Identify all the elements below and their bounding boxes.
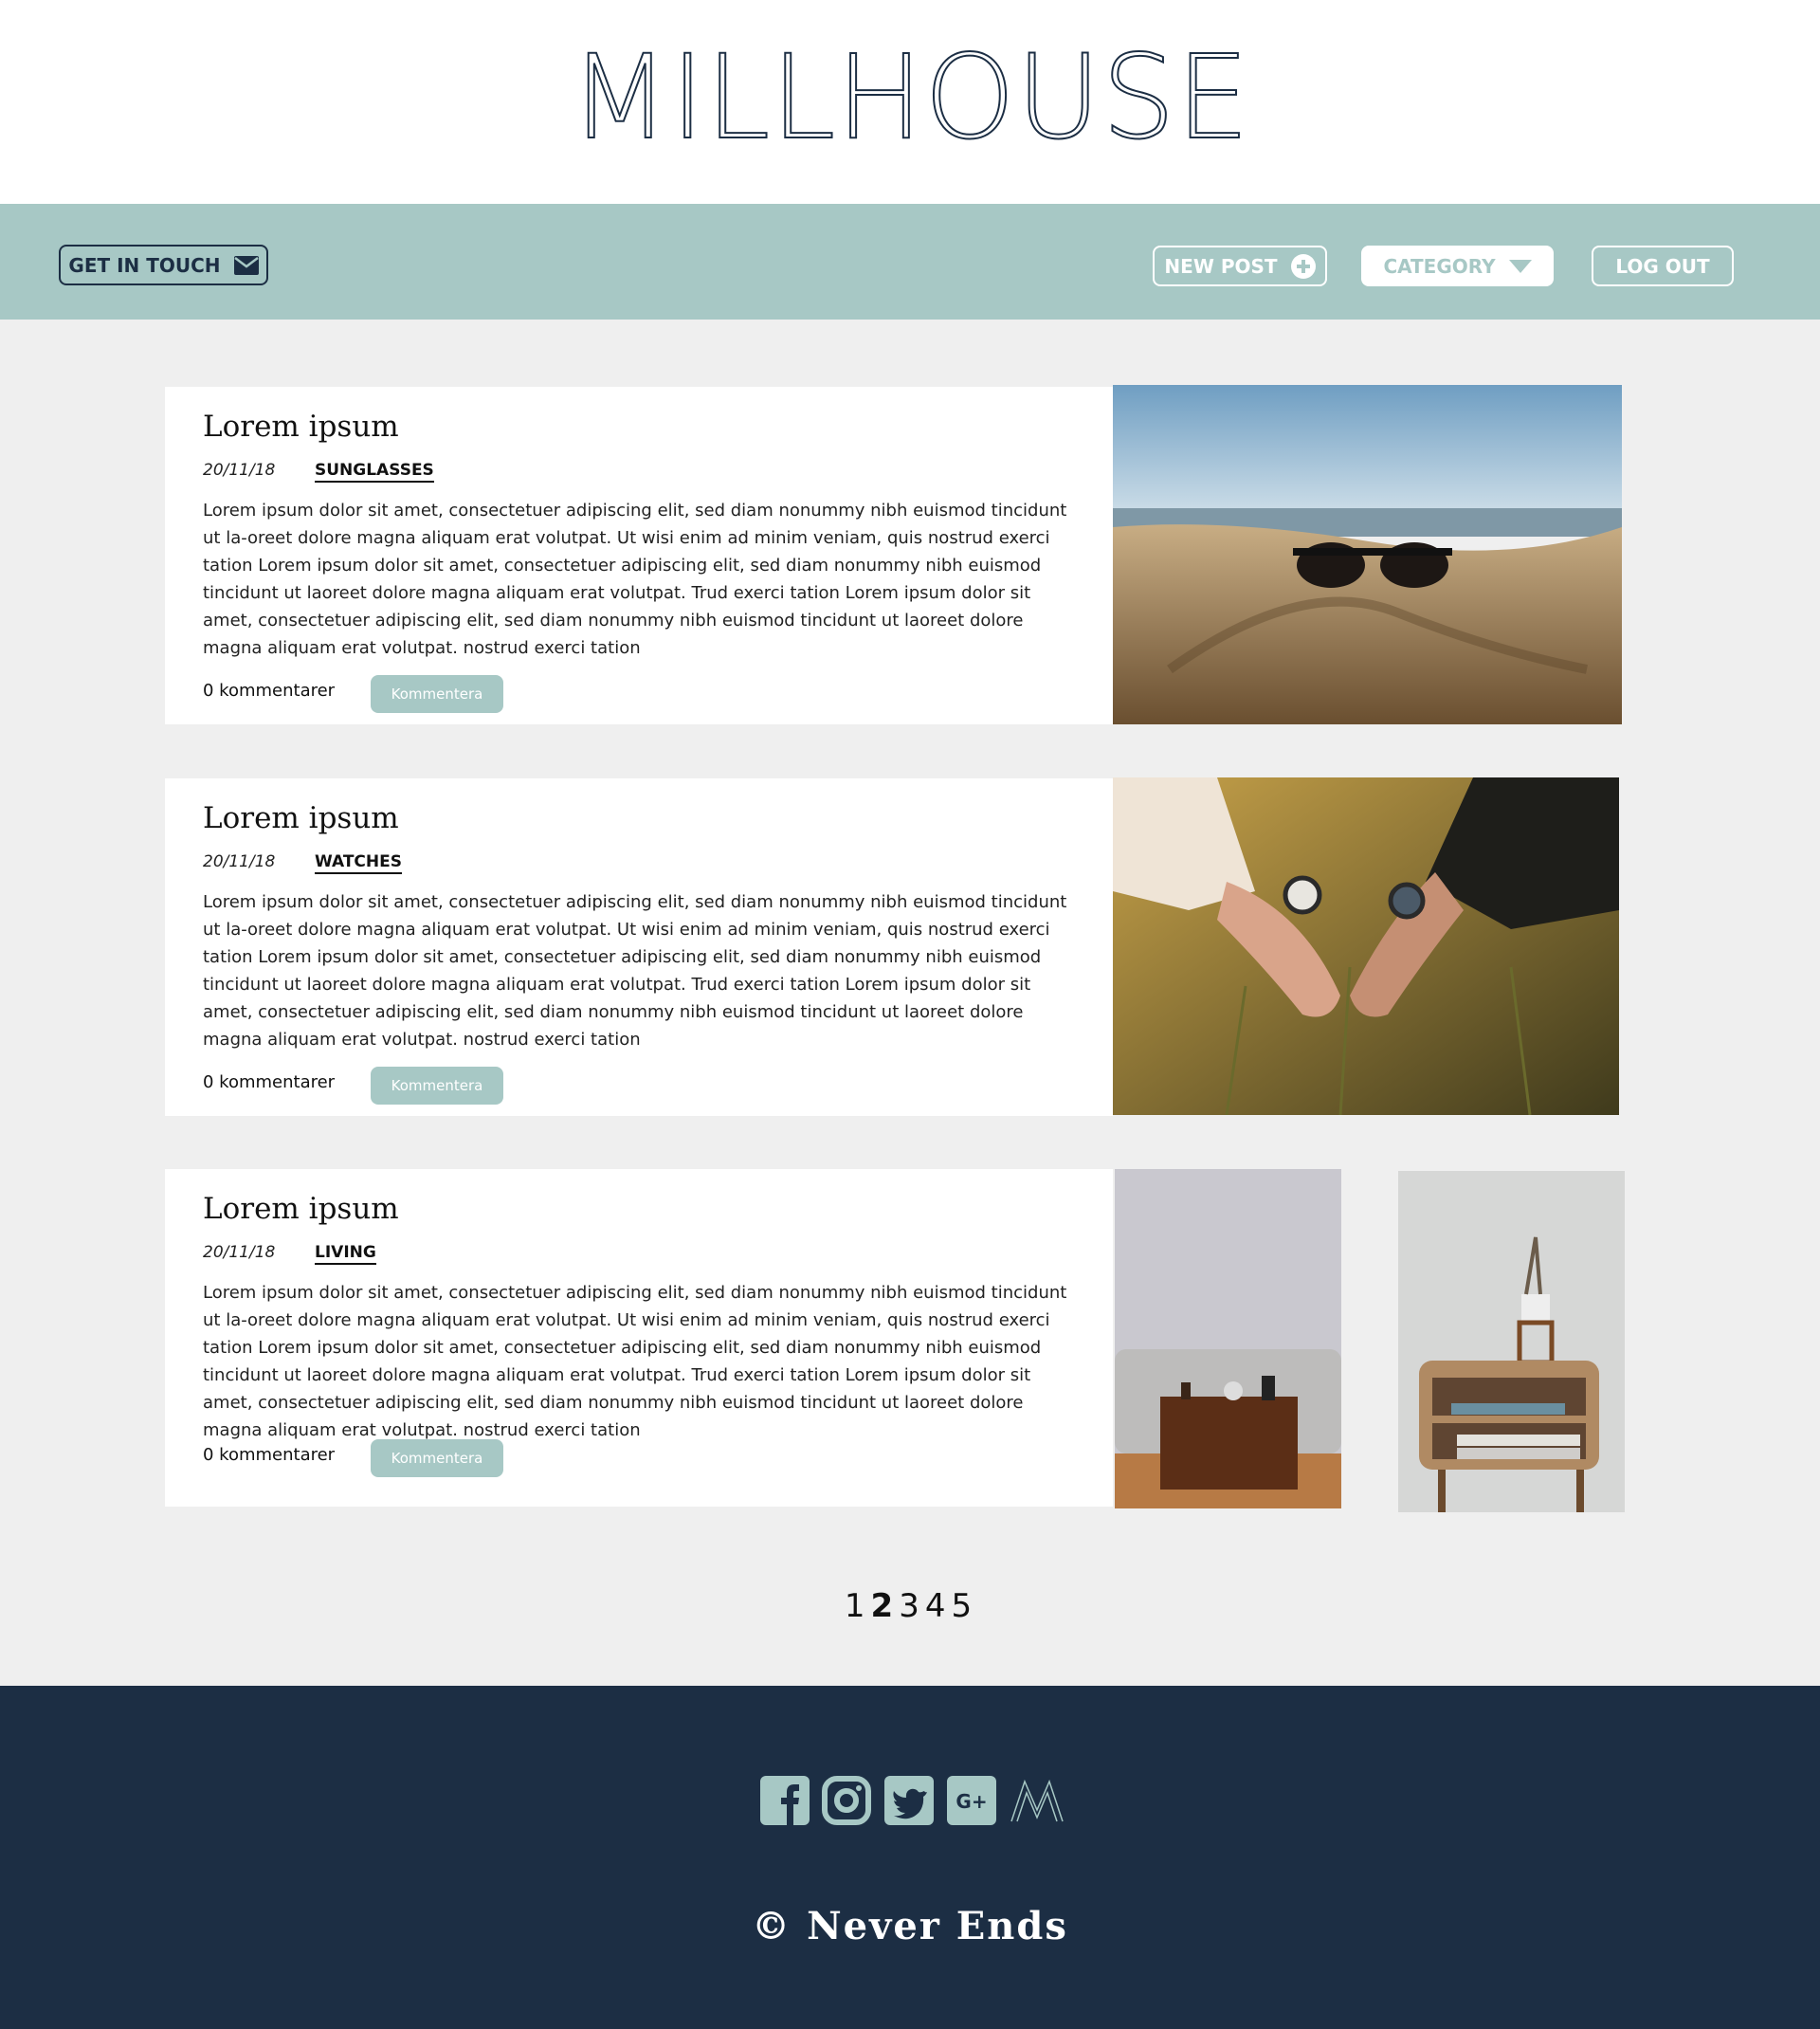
post-body: Lorem ipsum dolor sit amet, consectetuer… (203, 1283, 1067, 1440)
twitter-icon[interactable] (884, 1776, 934, 1825)
post-category[interactable]: LIVING (315, 1243, 376, 1265)
post-card: Lorem ipsum 20/11/18 WATCHES Lorem ipsum… (165, 778, 1113, 1116)
post-title[interactable]: Lorem ipsum (203, 801, 399, 835)
post-body: Lorem ipsum dolor sit amet, consectetuer… (203, 892, 1067, 1050)
post-category[interactable]: WATCHES (315, 852, 402, 874)
post-date: 20/11/18 (203, 1243, 276, 1262)
site-header: MILLHOUSE (0, 0, 1820, 204)
post-date: 20/11/18 (203, 461, 276, 480)
comment-button[interactable]: Kommentera (371, 1439, 503, 1477)
category-dropdown[interactable]: CATEGORY (1361, 246, 1554, 286)
comment-button[interactable]: Kommentera (371, 675, 503, 713)
watches-image (1113, 777, 1619, 1115)
comment-count: 0 kommentarer (203, 1445, 336, 1465)
millhouse-logo-icon[interactable] (1010, 1776, 1065, 1825)
post-date: 20/11/18 (203, 852, 276, 871)
caret-down-icon (1508, 259, 1532, 273)
post-body: Lorem ipsum dolor sit amet, consectetuer… (203, 501, 1067, 658)
pagination: 12345 (0, 1587, 1820, 1625)
site-footer: G+ © Never Ends (0, 1686, 1820, 2029)
svg-text:G+: G+ (956, 1790, 987, 1813)
page-link[interactable]: 4 (925, 1587, 950, 1625)
facebook-icon[interactable] (760, 1776, 810, 1825)
watches-photo (1113, 777, 1619, 1115)
google-plus-icon[interactable]: G+ (947, 1776, 996, 1825)
copyright-text: © Never Ends (752, 1904, 1068, 1948)
post-card: Lorem ipsum 20/11/18 LIVING Lorem ipsum … (165, 1169, 1113, 1507)
comment-count: 0 kommentarer (203, 681, 336, 701)
page-link-current[interactable]: 2 (871, 1587, 898, 1625)
main-nav: GET IN TOUCH NEW POST CATEGORY LOG OUT (0, 204, 1820, 320)
post-title[interactable]: Lorem ipsum (203, 1192, 399, 1226)
page-link[interactable]: 5 (951, 1587, 975, 1625)
new-post-button[interactable]: NEW POST (1153, 246, 1327, 286)
post-card: Lorem ipsum 20/11/18 SUNGLASSES Lorem ip… (165, 387, 1113, 724)
log-out-button[interactable]: LOG OUT (1592, 246, 1734, 286)
living-room-image (1115, 1169, 1341, 1508)
instagram-icon[interactable] (822, 1776, 871, 1825)
post-category[interactable]: SUNGLASSES (315, 461, 434, 483)
living-room-photo (1115, 1169, 1341, 1508)
site-logo[interactable]: MILLHOUSE (0, 27, 1820, 169)
comment-count: 0 kommentarer (203, 1072, 336, 1092)
new-post-label: NEW POST (1164, 254, 1278, 278)
page-link[interactable]: 3 (899, 1587, 923, 1625)
sunglasses-photo (1113, 385, 1622, 724)
page-link[interactable]: 1 (845, 1587, 869, 1625)
post-title[interactable]: Lorem ipsum (203, 410, 399, 444)
sunglasses-image (1113, 385, 1622, 724)
envelope-icon (233, 255, 259, 275)
get-in-touch-button[interactable]: GET IN TOUCH (59, 245, 268, 285)
comment-button[interactable]: Kommentera (371, 1067, 503, 1105)
shelf-photo (1398, 1171, 1625, 1512)
category-label: CATEGORY (1383, 254, 1496, 278)
plus-circle-icon (1290, 253, 1316, 279)
get-in-touch-label: GET IN TOUCH (68, 253, 221, 277)
log-out-label: LOG OUT (1615, 254, 1710, 278)
shelf-image (1398, 1171, 1625, 1512)
